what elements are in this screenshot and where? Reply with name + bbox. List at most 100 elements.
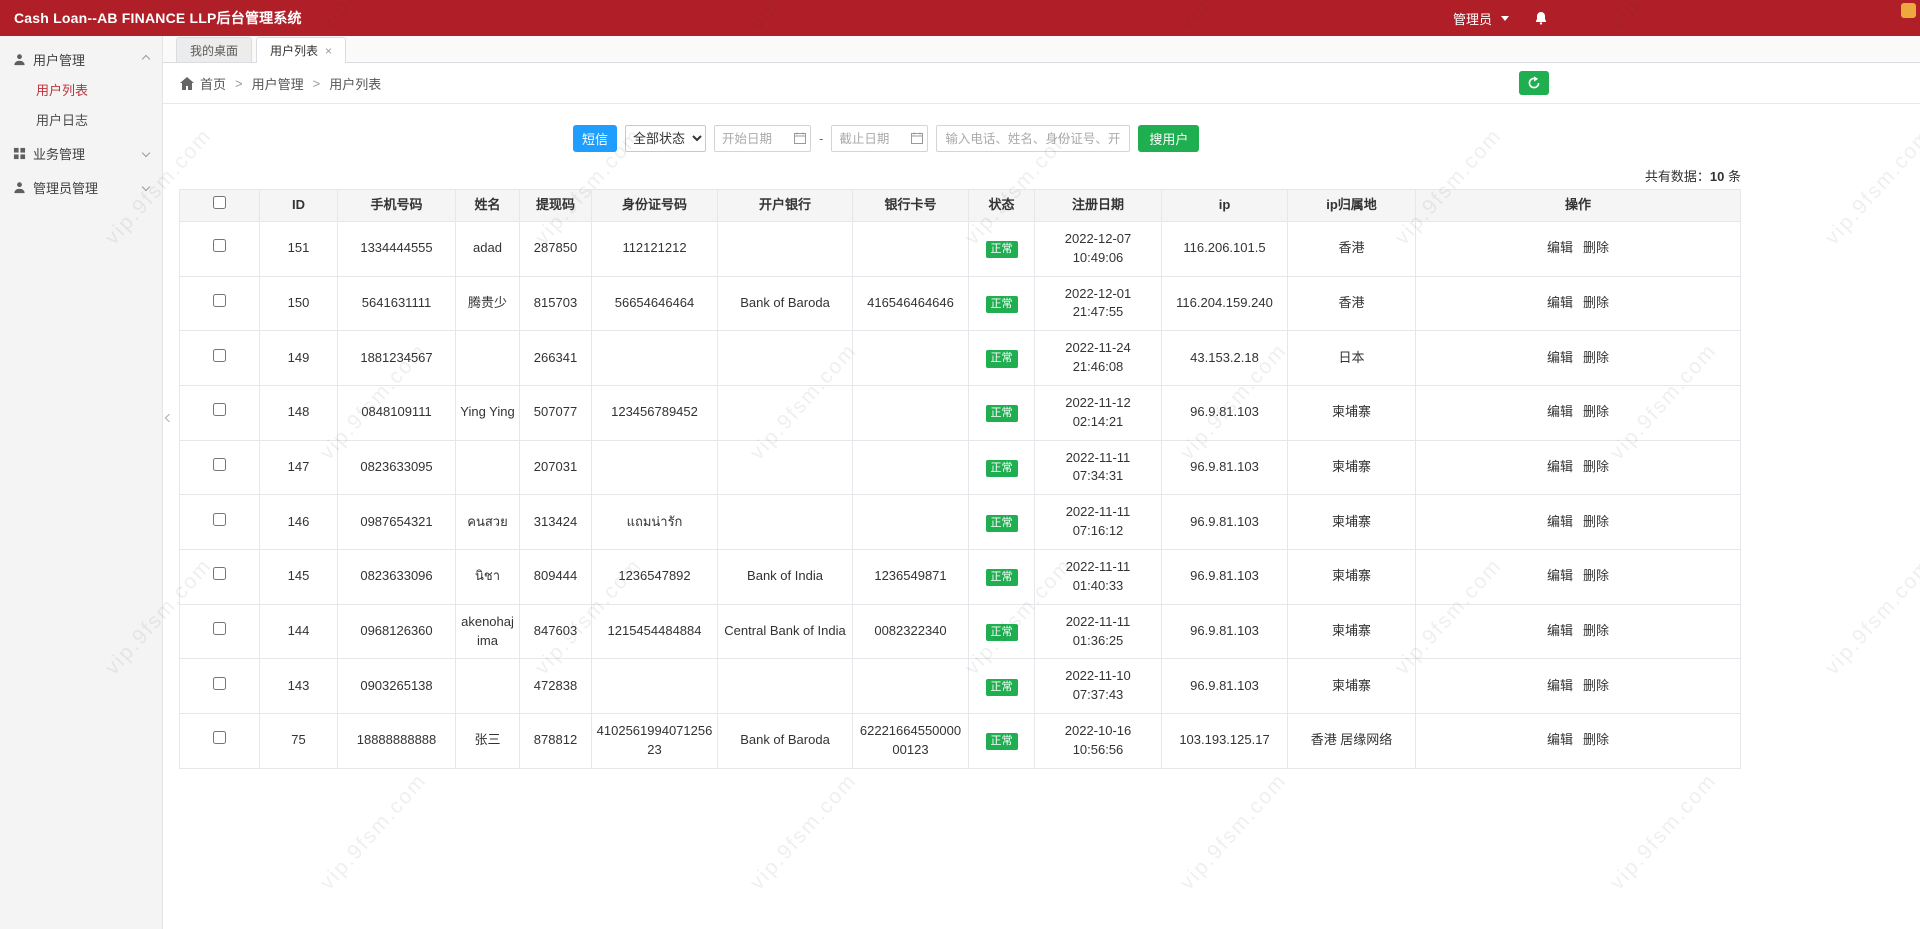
search-input[interactable] (936, 125, 1130, 152)
sms-button[interactable]: 短信 (573, 125, 617, 152)
sidebar-group-business-mgmt[interactable]: 业务管理 (0, 136, 162, 170)
cell-bank (718, 331, 853, 386)
edit-link[interactable]: 编辑 (1547, 514, 1573, 529)
delete-link[interactable]: 删除 (1583, 623, 1609, 638)
admin-label: 管理员 (1453, 9, 1492, 28)
cell-name: adad (456, 221, 520, 276)
calendar-icon[interactable] (911, 132, 923, 147)
row-select-cell (180, 714, 260, 769)
cell-ip-location: 柬埔寨 (1288, 385, 1416, 440)
delete-link[interactable]: 删除 (1583, 732, 1609, 747)
sidebar-group-admin-mgmt[interactable]: 管理员管理 (0, 170, 162, 204)
table-row: 1470823633095207031正常2022-11-11 07:34:31… (180, 440, 1741, 495)
delete-link[interactable]: 删除 (1583, 295, 1609, 310)
row-checkbox[interactable] (213, 731, 226, 744)
cell-name (456, 331, 520, 386)
edit-link[interactable]: 编辑 (1547, 295, 1573, 310)
tab-user-list[interactable]: 用户列表 × (256, 37, 346, 63)
cell-reg-date: 2022-11-11 01:36:25 (1035, 604, 1162, 659)
cell-id: 146 (260, 495, 338, 550)
sidebar-collapse-handle[interactable] (163, 406, 174, 430)
admin-menu[interactable]: 管理员 (1453, 0, 1548, 36)
col-header-bank: 开户银行 (718, 190, 853, 222)
cell-bank-card (853, 659, 969, 714)
sidebar-item-label: 用户日志 (36, 113, 88, 128)
sidebar-group-user-mgmt[interactable]: 用户管理 (0, 42, 162, 76)
edit-link[interactable]: 编辑 (1547, 240, 1573, 255)
delete-link[interactable]: 删除 (1583, 404, 1609, 419)
cell-bank: Bank of Baroda (718, 276, 853, 331)
cell-ip-location: 柬埔寨 (1288, 495, 1416, 550)
bell-icon[interactable] (1534, 11, 1548, 25)
corner-icon[interactable] (1901, 3, 1916, 18)
cell-ip: 96.9.81.103 (1162, 604, 1288, 659)
status-badge: 正常 (986, 350, 1018, 367)
edit-link[interactable]: 编辑 (1547, 350, 1573, 365)
row-checkbox[interactable] (213, 349, 226, 362)
table-row: 1480848109111Ying Ying507077123456789452… (180, 385, 1741, 440)
cell-id: 150 (260, 276, 338, 331)
cell-status: 正常 (969, 221, 1035, 276)
cell-ip: 96.9.81.103 (1162, 385, 1288, 440)
select-all-checkbox[interactable] (213, 196, 226, 209)
row-select-cell (180, 549, 260, 604)
cell-withdraw-code: 878812 (520, 714, 592, 769)
delete-link[interactable]: 删除 (1583, 350, 1609, 365)
breadcrumb-user-mgmt[interactable]: 用户管理 (252, 74, 304, 93)
sidebar-item-user-log[interactable]: 用户日志 (0, 106, 162, 136)
edit-link[interactable]: 编辑 (1547, 623, 1573, 638)
cell-phone: 18888888888 (338, 714, 456, 769)
delete-link[interactable]: 删除 (1583, 678, 1609, 693)
start-date-field (714, 125, 811, 152)
row-checkbox[interactable] (213, 458, 226, 471)
row-checkbox[interactable] (213, 403, 226, 416)
edit-link[interactable]: 编辑 (1547, 459, 1573, 474)
edit-link[interactable]: 编辑 (1547, 732, 1573, 747)
cell-actions: 编辑删除 (1416, 714, 1741, 769)
table-row: 1505641631111腾贵少81570356654646464Bank of… (180, 276, 1741, 331)
delete-link[interactable]: 删除 (1583, 568, 1609, 583)
cell-withdraw-code: 313424 (520, 495, 592, 550)
breadcrumb-user-list: 用户列表 (329, 74, 381, 93)
cell-reg-date: 2022-11-10 07:37:43 (1035, 659, 1162, 714)
cell-status: 正常 (969, 495, 1035, 550)
table-header-row: ID 手机号码 姓名 提现码 身份证号码 开户银行 银行卡号 状态 注册日期 i… (180, 190, 1741, 222)
cell-bank-card: 0082322340 (853, 604, 969, 659)
edit-link[interactable]: 编辑 (1547, 678, 1573, 693)
status-badge: 正常 (986, 679, 1018, 696)
cell-name (456, 659, 520, 714)
cell-withdraw-code: 815703 (520, 276, 592, 331)
cell-withdraw-code: 809444 (520, 549, 592, 604)
user-mgmt-submenu: 用户列表 用户日志 (0, 76, 162, 136)
calendar-icon[interactable] (794, 132, 806, 147)
row-checkbox[interactable] (213, 622, 226, 635)
sidebar-item-user-list[interactable]: 用户列表 (0, 76, 162, 106)
row-checkbox[interactable] (213, 239, 226, 252)
delete-link[interactable]: 删除 (1583, 514, 1609, 529)
search-user-button[interactable]: 搜用户 (1138, 125, 1199, 152)
tab-my-desktop[interactable]: 我的桌面 (176, 37, 252, 62)
chevron-down-icon (142, 149, 150, 157)
cell-name (456, 440, 520, 495)
row-checkbox[interactable] (213, 567, 226, 580)
cell-phone: 1334444555 (338, 221, 456, 276)
cell-name: 腾贵少 (456, 276, 520, 331)
edit-link[interactable]: 编辑 (1547, 568, 1573, 583)
refresh-button[interactable] (1519, 71, 1549, 95)
chevron-down-icon (1501, 16, 1509, 21)
delete-link[interactable]: 删除 (1583, 240, 1609, 255)
row-select-cell (180, 659, 260, 714)
col-header-ip: ip (1162, 190, 1288, 222)
delete-link[interactable]: 删除 (1583, 459, 1609, 474)
cell-status: 正常 (969, 659, 1035, 714)
row-checkbox[interactable] (213, 513, 226, 526)
cell-bank-card: 1236549871 (853, 549, 969, 604)
status-select[interactable]: 全部状态 (625, 125, 706, 152)
edit-link[interactable]: 编辑 (1547, 404, 1573, 419)
cell-ip-location: 香港 (1288, 221, 1416, 276)
breadcrumb: 首页 > 用户管理 > 用户列表 (163, 63, 1920, 104)
row-checkbox[interactable] (213, 294, 226, 307)
row-checkbox[interactable] (213, 677, 226, 690)
breadcrumb-home[interactable]: 首页 (200, 74, 226, 93)
close-icon[interactable]: × (325, 45, 332, 57)
